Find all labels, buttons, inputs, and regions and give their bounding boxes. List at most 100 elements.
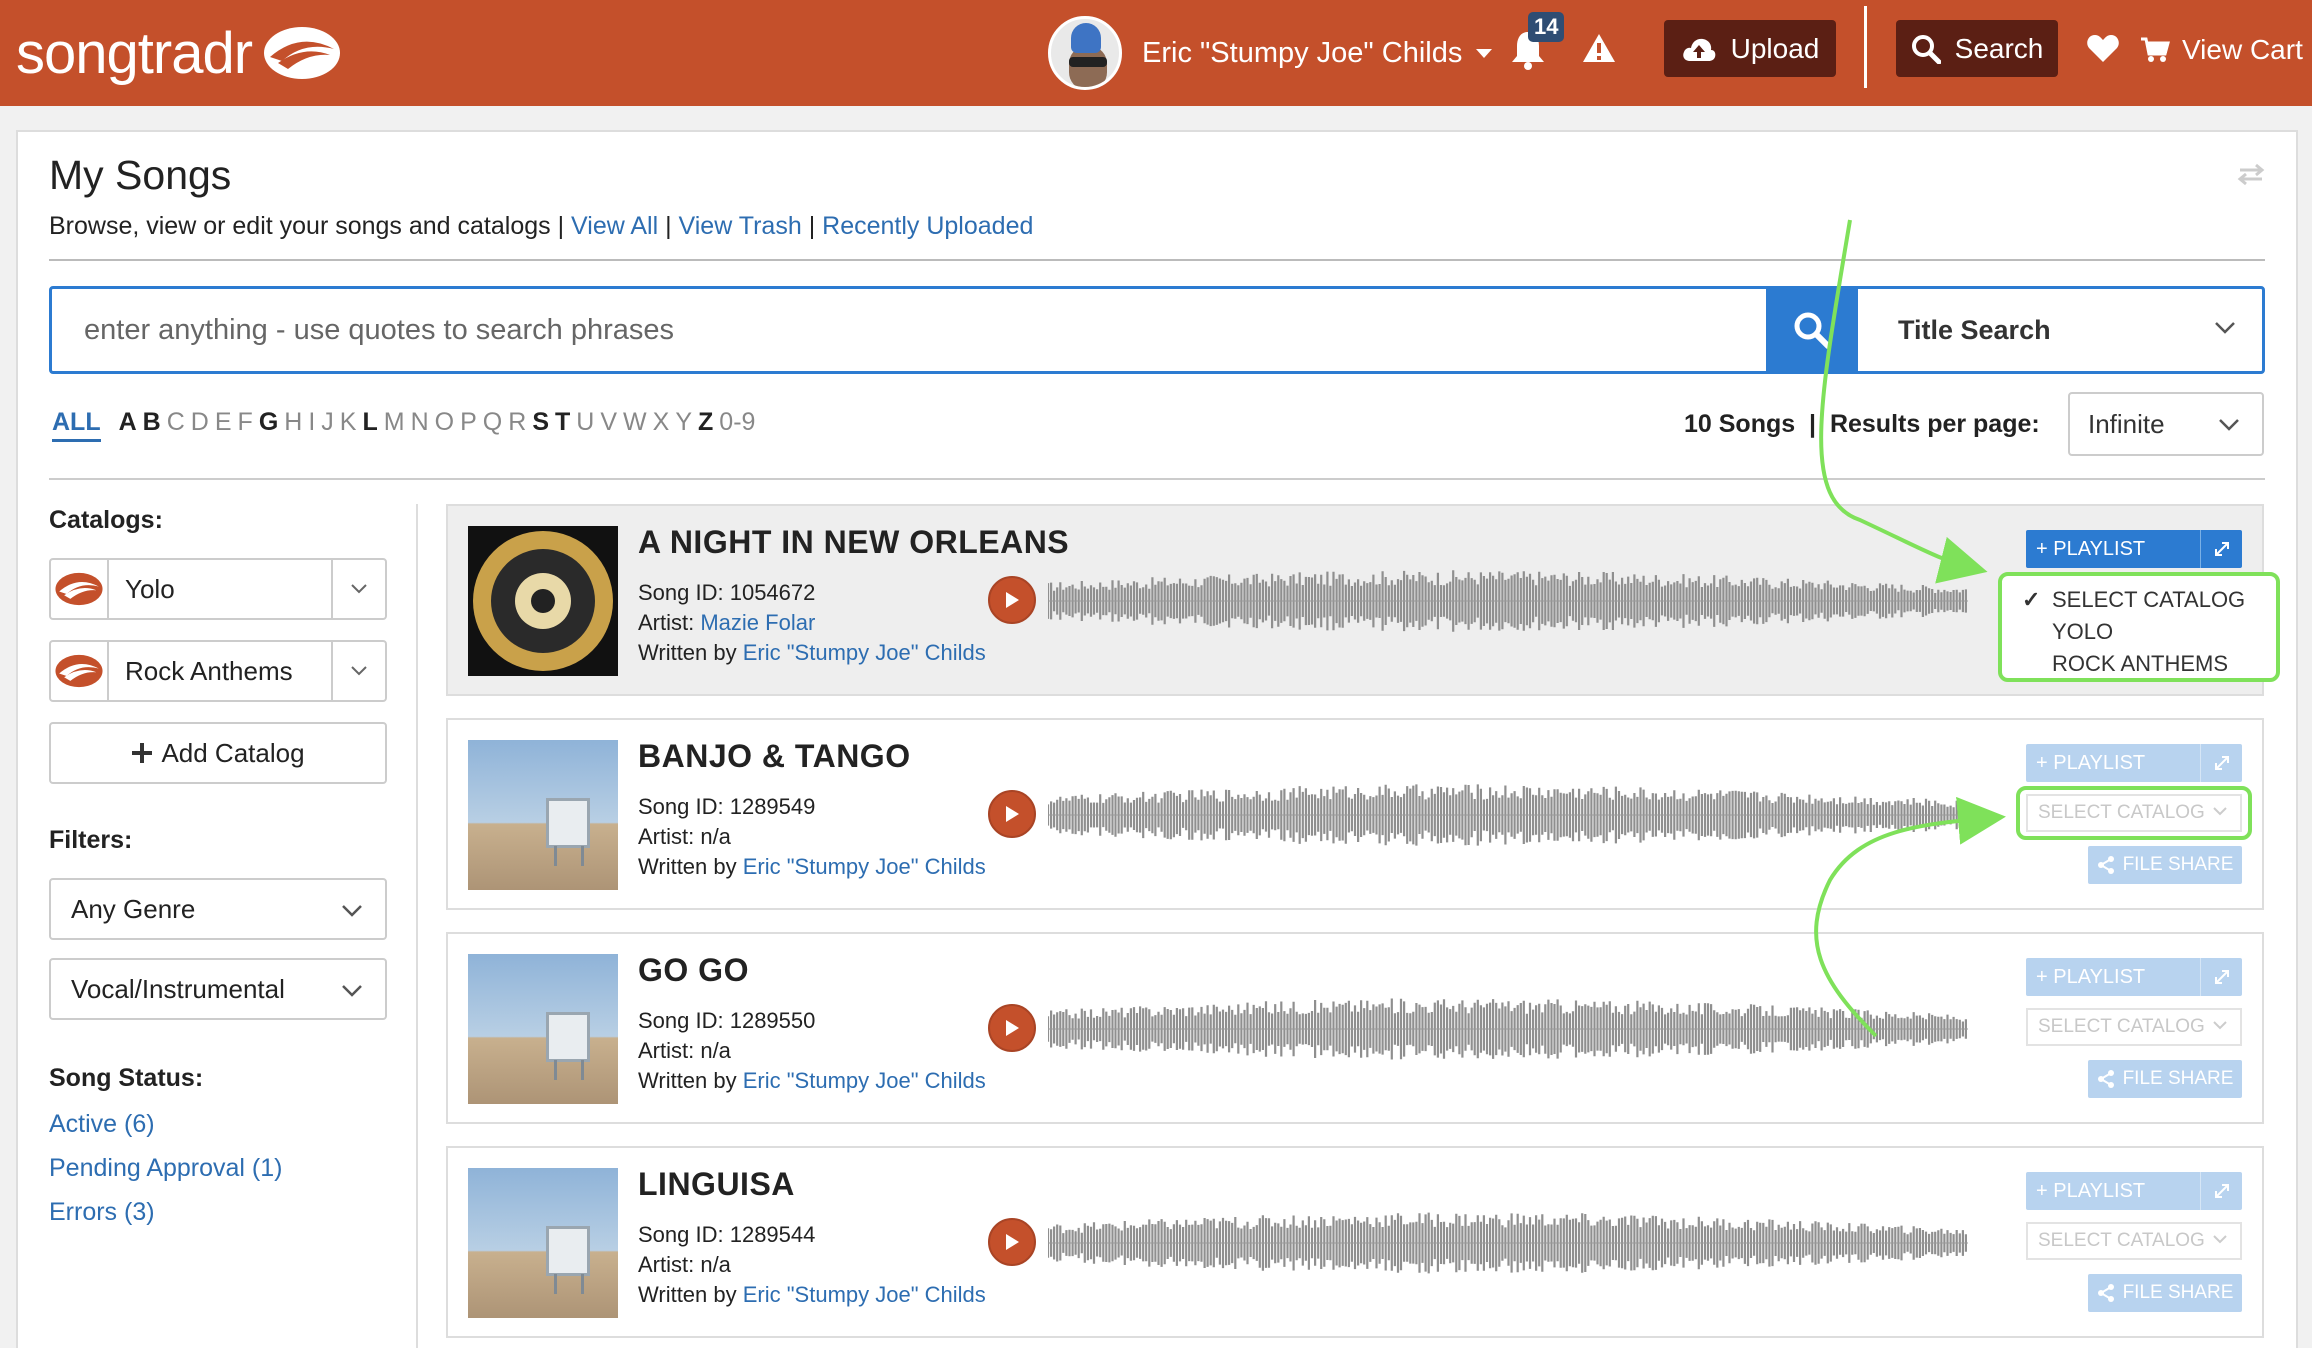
- play-button[interactable]: [988, 1218, 1036, 1266]
- add-to-playlist-button[interactable]: + PLAYLIST: [2026, 1172, 2242, 1210]
- add-catalog-button[interactable]: Add Catalog: [49, 722, 387, 784]
- user-menu[interactable]: Eric "Stumpy Joe" Childs: [1048, 14, 1493, 92]
- upload-label: Upload: [1730, 32, 1820, 64]
- alpha-filter-letter[interactable]: I: [308, 408, 315, 442]
- results-per-page-select[interactable]: Infinite: [2068, 392, 2264, 456]
- alpha-filter-letter[interactable]: X: [653, 408, 670, 442]
- view-trash-link[interactable]: View Trash: [679, 212, 802, 240]
- catalog-name: Yolo: [125, 573, 175, 604]
- alpha-filter-letter[interactable]: A: [119, 408, 137, 442]
- play-button[interactable]: [988, 1004, 1036, 1052]
- add-to-playlist-button[interactable]: + PLAYLIST: [2026, 958, 2242, 996]
- writer-link[interactable]: Eric "Stumpy Joe" Childs: [743, 854, 986, 879]
- cart-icon: [2141, 37, 2170, 62]
- play-icon: [1006, 592, 1019, 608]
- alpha-filter-letter[interactable]: N: [411, 408, 429, 442]
- alpha-filter-letter[interactable]: P: [460, 408, 477, 442]
- search-input[interactable]: [52, 289, 1766, 371]
- catalog-select-yolo[interactable]: Yolo: [49, 558, 387, 620]
- add-to-playlist-button[interactable]: + PLAYLIST: [2026, 744, 2242, 782]
- add-to-playlist-button[interactable]: + PLAYLIST: [2026, 530, 2242, 568]
- alpha-filter-letter[interactable]: D: [191, 408, 209, 442]
- alpha-filter-letter[interactable]: R: [508, 408, 526, 442]
- waveform[interactable]: [1048, 1208, 1968, 1278]
- dropdown-option-select-catalog[interactable]: ✓ SELECT CATALOG: [2022, 584, 2276, 616]
- upload-button[interactable]: Upload: [1664, 20, 1836, 77]
- alpha-filter-letter[interactable]: M: [384, 408, 405, 442]
- waveform[interactable]: [1048, 566, 1968, 636]
- alpha-filter-letter[interactable]: O: [435, 408, 454, 442]
- warning-icon[interactable]: [1582, 32, 1616, 64]
- status-pending-link[interactable]: Pending Approval (1): [49, 1154, 282, 1183]
- play-icon: [1006, 1234, 1019, 1250]
- play-button[interactable]: [988, 790, 1036, 838]
- alpha-filter-letter[interactable]: Z: [698, 408, 713, 442]
- search-submit-button[interactable]: [1766, 289, 1858, 371]
- alpha-filter-letter[interactable]: 0-9: [719, 408, 755, 442]
- alpha-filter-all[interactable]: ALL: [52, 408, 101, 442]
- status-active-link[interactable]: Active (6): [49, 1110, 155, 1139]
- songtradr-logo[interactable]: songtradr: [16, 18, 344, 88]
- recently-uploaded-link[interactable]: Recently Uploaded: [822, 212, 1033, 240]
- alpha-filter-letter[interactable]: G: [259, 408, 278, 442]
- alpha-filter-letter[interactable]: C: [167, 408, 185, 442]
- vocal-instrumental-select[interactable]: Vocal/Instrumental: [49, 958, 387, 1020]
- expand-icon[interactable]: [2200, 744, 2242, 782]
- catalog-select-rock-anthems[interactable]: Rock Anthems: [49, 640, 387, 702]
- file-share-button[interactable]: FILE SHARE: [2088, 1060, 2242, 1098]
- song-title[interactable]: LINGUISA: [638, 1166, 795, 1203]
- check-icon: ✓: [2022, 587, 2041, 612]
- search-mode-select[interactable]: Title Search: [1858, 289, 2262, 371]
- alpha-filter-letter[interactable]: U: [576, 408, 594, 442]
- select-catalog-dropdown[interactable]: SELECT CATALOG: [2026, 1008, 2242, 1046]
- song-writer: Written by Eric "Stumpy Joe" Childs: [638, 854, 986, 879]
- header-search-button[interactable]: Search: [1896, 20, 2058, 77]
- play-button[interactable]: [988, 576, 1036, 624]
- song-title[interactable]: GO GO: [638, 952, 749, 989]
- view-cart-link[interactable]: View Cart: [2140, 22, 2303, 78]
- writer-link[interactable]: Eric "Stumpy Joe" Childs: [743, 640, 986, 665]
- results-summary: 10 Songs | Results per page:: [1684, 410, 2040, 438]
- genre-filter-select[interactable]: Any Genre: [49, 878, 387, 940]
- writer-link[interactable]: Eric "Stumpy Joe" Childs: [743, 1068, 986, 1093]
- alpha-filter-letter[interactable]: V: [600, 408, 617, 442]
- heart-icon[interactable]: [2086, 33, 2120, 63]
- chevron-down-icon: [351, 666, 367, 676]
- play-icon: [1006, 1020, 1019, 1036]
- alpha-filter-letter[interactable]: S: [532, 408, 549, 442]
- alpha-filter-letter[interactable]: E: [215, 408, 232, 442]
- expand-icon[interactable]: [2200, 958, 2242, 996]
- dropdown-option-yolo[interactable]: YOLO: [2022, 616, 2276, 648]
- song-artist: Artist: n/a: [638, 1038, 731, 1063]
- song-title[interactable]: BANJO & TANGO: [638, 738, 911, 775]
- alpha-filter-letter[interactable]: W: [623, 408, 647, 442]
- waveform[interactable]: [1048, 780, 1968, 850]
- alpha-filter-letter[interactable]: F: [238, 408, 253, 442]
- alpha-filter-letter[interactable]: H: [284, 408, 302, 442]
- alpha-filter-letter[interactable]: T: [555, 408, 570, 442]
- album-art[interactable]: [468, 954, 618, 1104]
- song-title[interactable]: A NIGHT IN NEW ORLEANS: [638, 524, 1069, 561]
- expand-icon[interactable]: [2200, 530, 2242, 568]
- alpha-filter-letter[interactable]: J: [321, 408, 334, 442]
- view-all-link[interactable]: View All: [571, 212, 658, 240]
- alpha-filter-letter[interactable]: L: [362, 408, 377, 442]
- album-art[interactable]: [468, 526, 618, 676]
- expand-icon[interactable]: [2200, 1172, 2242, 1210]
- album-art[interactable]: [468, 740, 618, 890]
- waveform[interactable]: [1048, 994, 1968, 1064]
- alpha-filter-letter[interactable]: K: [340, 408, 357, 442]
- dropdown-option-rock-anthems[interactable]: ROCK ANTHEMS: [2022, 648, 2276, 680]
- alpha-filter-letter[interactable]: Q: [483, 408, 502, 442]
- swap-icon[interactable]: [2236, 162, 2266, 186]
- filters-heading: Filters:: [49, 826, 133, 854]
- status-errors-link[interactable]: Errors (3): [49, 1198, 155, 1227]
- alpha-filter-letter[interactable]: B: [143, 408, 161, 442]
- select-catalog-dropdown[interactable]: SELECT CATALOG: [2026, 1222, 2242, 1260]
- file-share-button[interactable]: FILE SHARE: [2088, 1274, 2242, 1312]
- file-share-button[interactable]: FILE SHARE: [2088, 846, 2242, 884]
- album-art[interactable]: [468, 1168, 618, 1318]
- alpha-filter-letter[interactable]: Y: [675, 408, 692, 442]
- artist-link[interactable]: Mazie Folar: [700, 610, 815, 635]
- writer-link[interactable]: Eric "Stumpy Joe" Childs: [743, 1282, 986, 1307]
